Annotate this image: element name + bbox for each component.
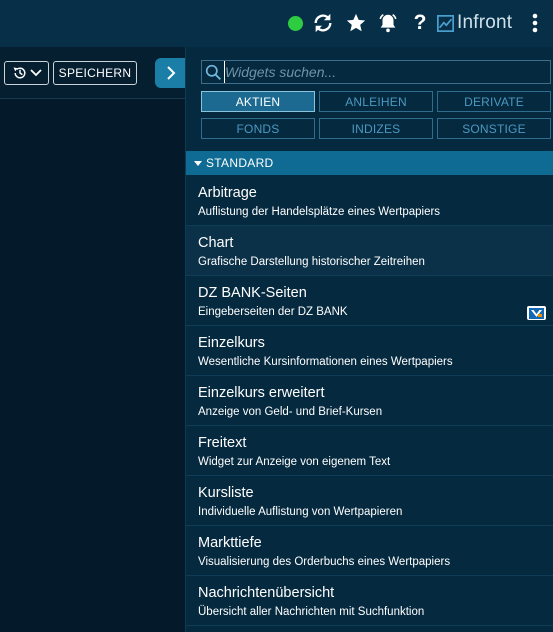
workspace-area: SPEICHERN <box>0 47 187 632</box>
widget-name: Einzelkurs erweitert <box>198 385 325 401</box>
infront-logo: Infront <box>437 11 512 35</box>
widget-description: Auflistung der Handelsplätze eines Wertp… <box>198 206 441 218</box>
help-icon[interactable]: ? <box>410 11 430 35</box>
brand-name: Infront <box>457 12 513 33</box>
widget-name: Arbitrage <box>198 185 257 201</box>
widget-description: Eingeberseiten der DZ BANK <box>198 306 348 318</box>
widget-name: Nachrichtenübersicht <box>198 585 335 601</box>
section-title: STANDARD <box>206 156 274 170</box>
widget-search-input[interactable] <box>224 61 550 83</box>
widget-name: Kursliste <box>198 485 254 501</box>
collapse-panel-button[interactable] <box>155 58 187 88</box>
widget-name: Chart <box>198 235 234 251</box>
more-menu-icon[interactable] <box>527 11 543 35</box>
widget-item-markttiefe[interactable]: Markttiefe Visualisierung des Orderbuchs… <box>186 526 553 576</box>
workspace-toolbar: SPEICHERN <box>0 47 187 99</box>
widget-item-kursliste[interactable]: Kursliste Individuelle Auflistung von We… <box>186 476 553 526</box>
widget-name: Einzelkurs <box>198 335 265 351</box>
widget-name: DZ BANK-Seiten <box>198 285 307 301</box>
widget-description: Widget zur Anzeige von eigenem Text <box>198 456 391 468</box>
widget-search <box>201 60 551 84</box>
connection-status-icon <box>287 11 303 35</box>
category-tab-derivate[interactable]: DERIVATE <box>437 91 551 112</box>
category-tab-indizes[interactable]: INDIZES <box>319 118 433 139</box>
widget-item-arbitrage[interactable]: Arbitrage Auflistung der Handelsplätze e… <box>186 176 553 226</box>
section-header-standard[interactable]: STANDARD <box>186 151 553 175</box>
refresh-icon[interactable] <box>311 11 335 35</box>
widget-description: Grafische Darstellung historischer Zeitr… <box>198 256 425 268</box>
widget-name: Markttiefe <box>198 535 262 551</box>
top-bar: ? Infront <box>0 0 553 47</box>
chevron-right-icon <box>167 66 176 80</box>
widget-item-einzelkurs-erweitert[interactable]: Einzelkurs erweitert Anzeige von Geld- u… <box>186 376 553 426</box>
history-dropdown-button[interactable] <box>4 61 49 85</box>
category-tab-anleihen[interactable]: ANLEIHEN <box>319 91 433 112</box>
widget-item-einzelkurs[interactable]: Einzelkurs Wesentliche Kursinformationen… <box>186 326 553 376</box>
widget-catalog-panel: AKTIEN ANLEIHEN DERIVATE FONDS INDIZES S… <box>185 47 553 632</box>
infront-logo-icon <box>437 14 454 32</box>
widget-description: Anzeige von Geld- und Brief-Kursen <box>198 406 383 418</box>
save-button[interactable]: SPEICHERN <box>53 61 137 85</box>
widget-description: Individuelle Auflistung von Wertpapieren <box>198 506 403 518</box>
chevron-down-icon <box>29 69 42 77</box>
widget-description: Wesentliche Kursinformationen eines Wert… <box>198 356 453 368</box>
widget-name: Freitext <box>198 435 247 451</box>
widget-description: Übersicht aller Nachrichten mit Suchfunk… <box>198 606 425 618</box>
widget-item-nachrichtenuebersicht[interactable]: Nachrichtenübersicht Übersicht aller Nac… <box>186 576 553 626</box>
history-icon <box>13 67 25 79</box>
widget-description: Visualisierung des Orderbuchs eines Wert… <box>198 556 451 568</box>
alarm-bell-icon[interactable] <box>376 11 400 35</box>
category-tab-aktien[interactable]: AKTIEN <box>201 91 315 112</box>
widget-item-freitext[interactable]: Freitext Widget zur Anzeige von eigenem … <box>186 426 553 476</box>
widget-item-chart[interactable]: Chart Grafische Darstellung historischer… <box>186 226 553 276</box>
search-icon <box>202 61 224 83</box>
star-icon[interactable] <box>344 11 368 35</box>
dz-bank-logo-icon <box>527 306 546 320</box>
category-tab-sonstige[interactable]: SONSTIGE <box>437 118 551 139</box>
category-tab-fonds[interactable]: FONDS <box>201 118 315 139</box>
widget-list: Arbitrage Auflistung der Handelsplätze e… <box>186 176 553 626</box>
widget-item-dz-bank-seiten[interactable]: DZ BANK-Seiten Eingeberseiten der DZ BAN… <box>186 276 553 326</box>
caret-down-icon <box>194 160 202 166</box>
